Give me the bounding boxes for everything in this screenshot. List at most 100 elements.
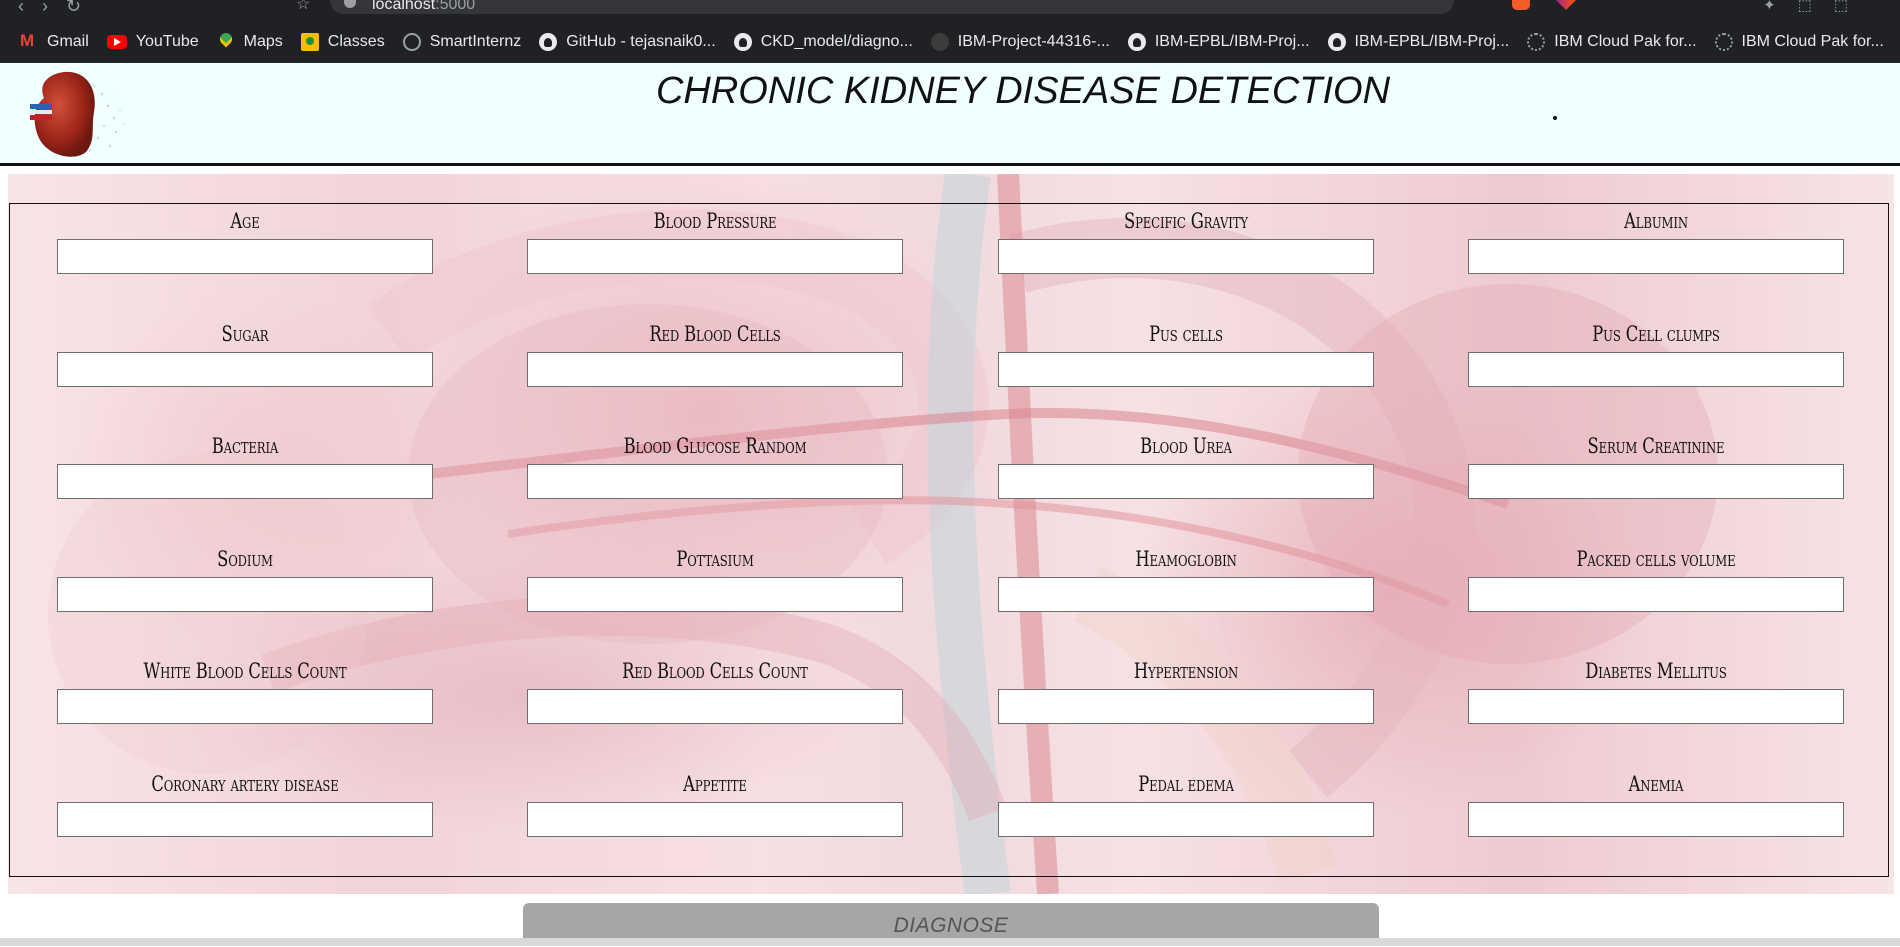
bookmark-ckd-model[interactable]: CKD_model/diagno... bbox=[733, 33, 913, 51]
albumin-input[interactable] bbox=[1468, 239, 1844, 274]
field-sodium: Sodium bbox=[57, 544, 433, 612]
bookmark-ibm-epbl-2[interactable]: IBM-EPBL/IBM-Proj... bbox=[1327, 33, 1510, 51]
bookmark-smartinternz[interactable]: SmartInternz bbox=[402, 33, 521, 51]
github-icon bbox=[733, 33, 752, 51]
age-input[interactable] bbox=[57, 239, 433, 274]
field-label: Pottasium bbox=[676, 547, 754, 571]
white-blood-cells-count-input[interactable] bbox=[57, 689, 433, 724]
bookmark-maps[interactable]: Maps bbox=[217, 33, 283, 51]
bookmark-ibm-project[interactable]: IBM-Project-44316-... bbox=[930, 33, 1110, 51]
field-label: Albumin bbox=[1624, 209, 1688, 233]
bookmark-label: IBM-EPBL/IBM-Proj... bbox=[1354, 33, 1510, 50]
address-bar[interactable] bbox=[330, 0, 1454, 14]
field-label: Sugar bbox=[221, 322, 269, 346]
page-title: CHRONIC KIDNEY DISEASE DETECTION bbox=[655, 70, 1391, 112]
github-icon bbox=[1127, 33, 1146, 51]
field-label: White Blood Cells Count bbox=[143, 659, 347, 683]
hypertension-input[interactable] bbox=[998, 689, 1374, 724]
bookmark-ibm-epbl-1[interactable]: IBM-EPBL/IBM-Proj... bbox=[1127, 33, 1310, 51]
brave-rewards-icon[interactable] bbox=[1556, 0, 1576, 10]
field-label: Packed cells volume bbox=[1576, 547, 1736, 571]
sugar-input[interactable] bbox=[57, 352, 433, 387]
brave-shields-icon[interactable] bbox=[1512, 0, 1530, 10]
globe-icon bbox=[402, 33, 421, 51]
field-label: Blood Urea bbox=[1140, 434, 1232, 458]
ibm-icon bbox=[1714, 33, 1733, 51]
bookmark-classes[interactable]: Classes bbox=[300, 33, 385, 51]
field-packed-cells-volume: Packed cells volume bbox=[1468, 544, 1844, 612]
field-anemia: Anemia bbox=[1468, 769, 1844, 837]
field-pus-cells: Pus cells bbox=[998, 319, 1374, 387]
blood-glucose-random-input[interactable] bbox=[527, 464, 903, 499]
field-blood-urea: Blood Urea bbox=[998, 431, 1374, 499]
browser-extension-icons[interactable]: ✦⬚⬚ bbox=[1763, 0, 1870, 14]
field-red-blood-cells: Red Blood Cells bbox=[527, 319, 903, 387]
packed-cells-volume-input[interactable] bbox=[1468, 577, 1844, 612]
field-label: Bacteria bbox=[211, 434, 279, 458]
bookmark-github-profile[interactable]: GitHub - tejasnaik0... bbox=[539, 33, 716, 51]
bookmark-label: Gmail bbox=[47, 33, 89, 50]
bookmark-youtube[interactable]: YouTube bbox=[106, 33, 199, 51]
field-label: Blood Pressure bbox=[653, 209, 777, 233]
field-sugar: Sugar bbox=[57, 319, 433, 387]
red-blood-cells-count-input[interactable] bbox=[527, 689, 903, 724]
github-icon bbox=[539, 33, 558, 51]
field-pedal-edema: Pedal edema bbox=[998, 769, 1374, 837]
sodium-input[interactable] bbox=[57, 577, 433, 612]
field-label: Diabetes Mellitus bbox=[1585, 659, 1727, 683]
pus-cell-clumps-input[interactable] bbox=[1468, 352, 1844, 387]
field-appetite: Appetite bbox=[527, 769, 903, 837]
appetite-input[interactable] bbox=[527, 802, 903, 837]
blood-urea-input[interactable] bbox=[998, 464, 1374, 499]
bookmark-star-icon[interactable]: ☆ bbox=[296, 0, 310, 14]
bookmark-label: YouTube bbox=[135, 33, 199, 50]
field-hypertension: Hypertension bbox=[998, 656, 1374, 724]
field-serum-creatinine: Serum Creatinine bbox=[1468, 431, 1844, 499]
field-age: Age bbox=[57, 206, 433, 274]
diabetes-mellitus-input[interactable] bbox=[1468, 689, 1844, 724]
pedal-edema-input[interactable] bbox=[998, 802, 1374, 837]
bacteria-input[interactable] bbox=[57, 464, 433, 499]
bookmark-ibm-cloud-1[interactable]: IBM Cloud Pak for... bbox=[1527, 33, 1697, 51]
field-blood-pressure: Blood Pressure bbox=[527, 206, 903, 274]
specific-gravity-input[interactable] bbox=[998, 239, 1374, 274]
horizontal-scrollbar[interactable] bbox=[0, 938, 1900, 946]
heamoglobin-input[interactable] bbox=[998, 577, 1374, 612]
classes-icon bbox=[300, 33, 319, 51]
field-diabetes-mellitus: Diabetes Mellitus bbox=[1468, 656, 1844, 724]
blood-pressure-input[interactable] bbox=[527, 239, 903, 274]
bookmark-label: IBM Cloud Pak for... bbox=[1554, 33, 1697, 50]
field-label: Heamoglobin bbox=[1135, 547, 1237, 571]
url-host: localhost bbox=[372, 0, 436, 13]
field-blood-glucose-random: Blood Glucose Random bbox=[527, 431, 903, 499]
bookmark-label: CKD_model/diagno... bbox=[760, 33, 913, 50]
bookmark-label: IBM Cloud Pak for... bbox=[1741, 33, 1884, 50]
field-coronary-artery-disease: Coronary artery disease bbox=[57, 769, 433, 837]
field-white-blood-cells-count: White Blood Cells Count bbox=[57, 656, 433, 724]
bookmark-ibm-cloud-2[interactable]: IBM Cloud Pak for... bbox=[1714, 33, 1884, 51]
field-label: Red Blood Cells bbox=[649, 322, 781, 346]
bookmark-gmail[interactable]: Gmail bbox=[20, 31, 89, 51]
field-label: Age bbox=[230, 209, 260, 233]
pus-cells-input[interactable] bbox=[998, 352, 1374, 387]
field-label: Pus cells bbox=[1149, 322, 1223, 346]
browser-toolbar: ‹›↻ ☆ localhost:5000 ✦⬚⬚ bbox=[0, 0, 1900, 22]
field-label: Sodium bbox=[217, 547, 273, 571]
serum-creatinine-input[interactable] bbox=[1468, 464, 1844, 499]
coronary-artery-disease-input[interactable] bbox=[57, 802, 433, 837]
field-label: Serum Creatinine bbox=[1587, 434, 1725, 458]
field-specific-gravity: Specific Gravity bbox=[998, 206, 1374, 274]
red-blood-cells-input[interactable] bbox=[527, 352, 903, 387]
field-heamoglobin: Heamoglobin bbox=[998, 544, 1374, 612]
anemia-input[interactable] bbox=[1468, 802, 1844, 837]
address-bar-url[interactable]: localhost:5000 bbox=[372, 0, 475, 14]
field-label: Blood Glucose Random bbox=[623, 434, 807, 458]
pottasium-input[interactable] bbox=[527, 577, 903, 612]
browser-nav-buttons[interactable]: ‹›↻ bbox=[18, 0, 99, 17]
bookmark-label: IBM-EPBL/IBM-Proj... bbox=[1154, 33, 1310, 50]
field-red-blood-cells-count: Red Blood Cells Count bbox=[527, 656, 903, 724]
field-label: Coronary artery disease bbox=[151, 772, 339, 796]
bookmarks-bar: Gmail YouTube Maps Classes SmartInternz … bbox=[0, 22, 1900, 63]
bookmark-label: Classes bbox=[327, 33, 385, 50]
bookmark-label: IBM-Project-44316-... bbox=[957, 33, 1110, 50]
